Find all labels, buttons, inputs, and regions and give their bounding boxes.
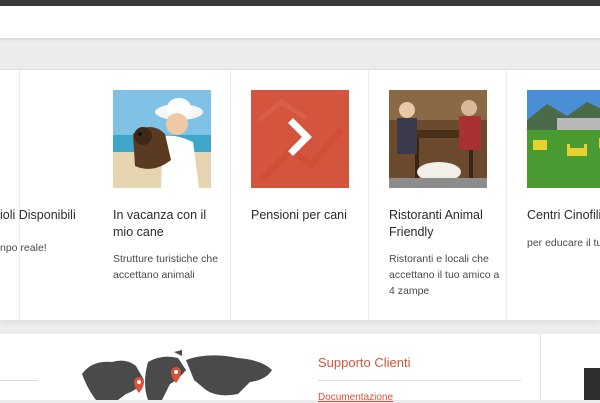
card-centri-cinofili[interactable]: Centri Cinofili per educare il tuo [507,70,600,320]
card-description: Ristoranti e locali che accettano il tuo… [389,253,500,297]
card-cuccioli[interactable]: ioli Disponibili npo reale! [0,70,76,320]
pensioni-tile [251,90,349,188]
woman-with-dog-image [113,90,211,188]
training-field-image [527,90,600,188]
card-vacanza[interactable]: In vacanza con il mio cane Strutture tur… [93,70,231,320]
documentation-link[interactable]: Documentazione [318,392,393,403]
card-title[interactable]: Ristoranti Animal Friendly [389,207,504,241]
card-ristoranti[interactable]: Ristoranti Animal Friendly Ristoranti e … [369,70,507,320]
card-title[interactable]: Pensioni per cani [251,207,366,224]
divider [540,334,541,400]
divider [0,380,38,381]
card-pensioni[interactable]: Pensioni per cani [231,70,369,320]
map-pin-icon [134,377,144,393]
world-map-image [82,350,272,400]
support-heading: Supporto Clienti [318,355,411,370]
footer-image [584,368,600,400]
card-description: Strutture turistiche che accettano anima… [113,253,219,281]
card-title[interactable]: Centri Cinofili [527,207,600,224]
card-title[interactable]: In vacanza con il mio cane [113,207,228,241]
divider [318,380,521,381]
restaurant-image [389,90,487,188]
card-description: per educare il tuo [527,237,600,249]
site-header [0,6,600,38]
category-cards-strip: ioli Disponibili npo reale! In vacanza c… [0,69,600,321]
